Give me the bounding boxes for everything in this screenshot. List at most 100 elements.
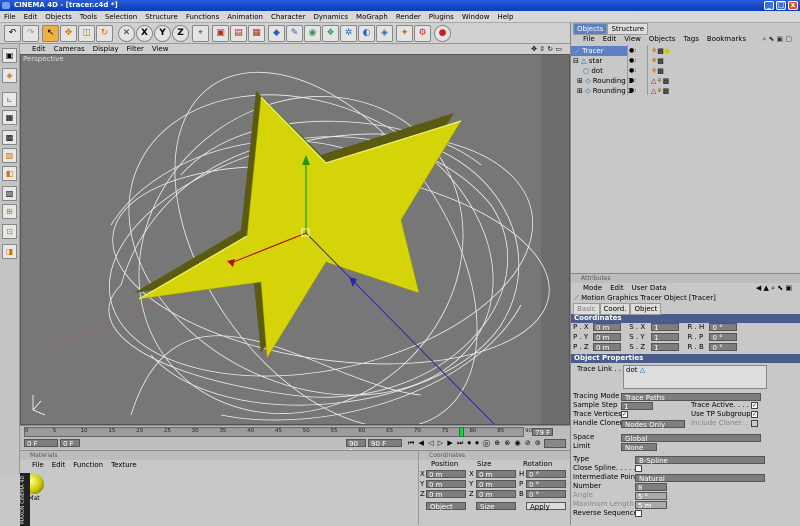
tweak-mode-icon[interactable]: ▧ <box>2 186 17 201</box>
render-picture-viewer-icon[interactable]: ▤ <box>230 25 247 42</box>
edit-render-settings-icon[interactable]: ⚙ <box>414 25 431 42</box>
object-tags[interactable]: ⚘▩● ⚘▩ ⚘▩ △⚘▩ △⚘▩ <box>651 46 670 96</box>
close-button[interactable]: x <box>788 1 798 10</box>
objects-menu-bookmarks[interactable]: Bookmarks <box>703 34 750 44</box>
viewport-menu-view[interactable]: View <box>148 44 173 54</box>
redo-icon[interactable]: ↷ <box>22 25 39 42</box>
reverse-checkbox[interactable] <box>635 510 642 517</box>
scene-icon[interactable]: ◐ <box>358 25 375 42</box>
live-selection-icon[interactable]: ↖ <box>42 25 59 42</box>
use-model-tool-icon[interactable]: ▣ <box>2 48 17 63</box>
size-z-field[interactable]: 0 m <box>476 490 516 499</box>
sample-step-field[interactable]: 1 <box>621 401 653 411</box>
r-h-field[interactable]: 0 ° <box>709 323 738 332</box>
end-frame-field[interactable]: 90 F <box>368 439 402 448</box>
materials-menu-edit[interactable]: Edit <box>48 460 70 470</box>
menu-structure[interactable]: Structure <box>141 11 182 23</box>
menu-window[interactable]: Window <box>458 11 494 23</box>
axis-mode-icon[interactable]: ⊞ <box>2 204 17 219</box>
coord-mode-dropdown[interactable]: Object <box>426 502 466 511</box>
rotate-icon[interactable]: ↻ <box>96 25 113 42</box>
use-tp-checkbox[interactable]: ✓ <box>751 411 758 418</box>
lock-z-axis-icon[interactable]: Z <box>172 25 189 42</box>
viewport-menu-edit[interactable]: Edit <box>28 44 50 54</box>
objects-menu-file[interactable]: File <box>579 34 599 44</box>
maximize-button[interactable]: □ <box>776 1 786 10</box>
checker-tag-icon[interactable]: ▩ <box>657 47 664 55</box>
lock-y-axis-icon[interactable]: Y <box>154 25 171 42</box>
space-dropdown[interactable]: Global <box>621 433 761 443</box>
texture-axis-icon[interactable]: ⊾ <box>2 92 17 107</box>
menu-animation[interactable]: Animation <box>223 11 267 23</box>
tracing-mode-dropdown[interactable]: Trace Paths <box>621 392 761 402</box>
checker-tag-icon[interactable]: ▩ <box>657 67 664 75</box>
menu-edit[interactable]: Edit <box>20 11 42 23</box>
light-icon[interactable]: ✦ <box>396 25 413 42</box>
deformer-icon[interactable]: ✲ <box>340 25 357 42</box>
expand-icon[interactable]: ⊟ <box>573 57 579 65</box>
camera-icon[interactable]: ◈ <box>376 25 393 42</box>
number-field[interactable]: 8 <box>635 482 667 492</box>
render-active-icon[interactable]: ● <box>434 25 451 42</box>
visibility-toggles[interactable]: ●: ●: ●: ●: ●: <box>629 46 636 96</box>
s-x-field[interactable]: 1 <box>651 323 680 332</box>
menu-mograph[interactable]: MoGraph <box>352 11 392 23</box>
coord-apply-button[interactable]: Apply <box>526 502 566 511</box>
trace-active-checkbox[interactable]: ✓ <box>751 402 758 409</box>
spline-pen-icon[interactable]: ✎ <box>286 25 303 42</box>
current-frame-field[interactable]: 79 F <box>532 428 554 437</box>
type-dropdown[interactable]: B-Spline <box>635 455 765 465</box>
object-row-star[interactable]: ⊟ △ star <box>571 56 800 66</box>
menu-functions[interactable]: Functions <box>182 11 223 23</box>
max-length-field[interactable]: 5 m <box>635 500 667 510</box>
trace-vertices-checkbox[interactable]: ✓ <box>621 411 628 418</box>
undo-icon[interactable]: ↶ <box>4 25 21 42</box>
r-p-field[interactable]: 0 ° <box>709 333 738 342</box>
menu-dynamics[interactable]: Dynamics <box>310 11 353 23</box>
objects-search-icons[interactable]: ⌕ ⬉ ▣ ▢ <box>758 34 796 44</box>
expand-icon[interactable]: ⊞ <box>577 87 583 95</box>
max-frame-field[interactable]: 90 F <box>346 439 366 456</box>
checker-tag-icon[interactable]: ▩ <box>663 87 670 95</box>
limit-dropdown[interactable]: None <box>621 442 657 452</box>
menu-objects[interactable]: Objects <box>41 11 75 23</box>
trace-link-item[interactable]: dot <box>626 366 637 374</box>
attributes-menu-mode[interactable]: Mode <box>579 283 606 293</box>
intermediate-dropdown[interactable]: Natural <box>635 473 765 483</box>
polygons-mode-icon[interactable]: ▨ <box>2 148 17 163</box>
rotation-b-field[interactable]: 0 ° <box>526 490 566 499</box>
minimize-button[interactable]: _ <box>764 1 774 10</box>
p-y-field[interactable]: 0 m <box>593 333 621 342</box>
material-tag-icon[interactable]: ● <box>664 47 670 55</box>
lock-x-axis-icon[interactable]: X <box>136 25 153 42</box>
viewport-menu-cameras[interactable]: Cameras <box>50 44 89 54</box>
animation-mode-icon[interactable]: ◧ <box>2 166 17 181</box>
handle-cloners-dropdown[interactable]: Nodes Only <box>621 419 685 429</box>
objects-menu-objects[interactable]: Objects <box>645 34 679 44</box>
points-mode-icon[interactable]: ▦ <box>2 110 17 125</box>
object-row-tracer[interactable]: ⟋ Tracer <box>571 46 627 56</box>
checker-tag-icon[interactable]: ▩ <box>657 57 664 65</box>
z-axis-arrow[interactable] <box>349 277 357 287</box>
viewport-perspective[interactable]: Perspective <box>20 54 570 425</box>
render-view-icon[interactable]: ▣ <box>212 25 229 42</box>
position-z-field[interactable]: 0 m <box>426 490 466 499</box>
transport-buttons[interactable]: ⏮ ◀ ◁ ▷ ▶ ⏭ ⏺ ⏺ ⓟ ⊕ ⊗ ◉ ⊘ ⊚ ⊛ <box>408 439 552 448</box>
start-frame-field[interactable]: 0 F <box>24 439 58 448</box>
menu-render[interactable]: Render <box>392 11 425 23</box>
position-y-field[interactable]: 0 m <box>426 480 466 489</box>
workplane-icon[interactable]: ◨ <box>2 244 17 259</box>
use-object-tool-icon[interactable]: ◈ <box>2 68 17 83</box>
checker-tag-icon[interactable]: ▩ <box>663 77 670 85</box>
render-settings-icon[interactable]: ▦ <box>248 25 265 42</box>
p-x-field[interactable]: 0 m <box>593 323 621 332</box>
size-y-field[interactable]: 0 m <box>476 480 516 489</box>
menu-selection[interactable]: Selection <box>101 11 141 23</box>
objects-menu-view[interactable]: View <box>620 34 645 44</box>
timeline-mode-button[interactable] <box>544 439 566 448</box>
object-row-rounding-2[interactable]: ⊞ ◇ Rounding 2 <box>571 86 800 96</box>
lock-x-icon[interactable]: ✕ <box>118 25 135 42</box>
cube-icon[interactable]: ◆ <box>268 25 285 42</box>
array-icon[interactable]: ❖ <box>322 25 339 42</box>
angle-field[interactable]: 5 ° <box>635 491 667 501</box>
